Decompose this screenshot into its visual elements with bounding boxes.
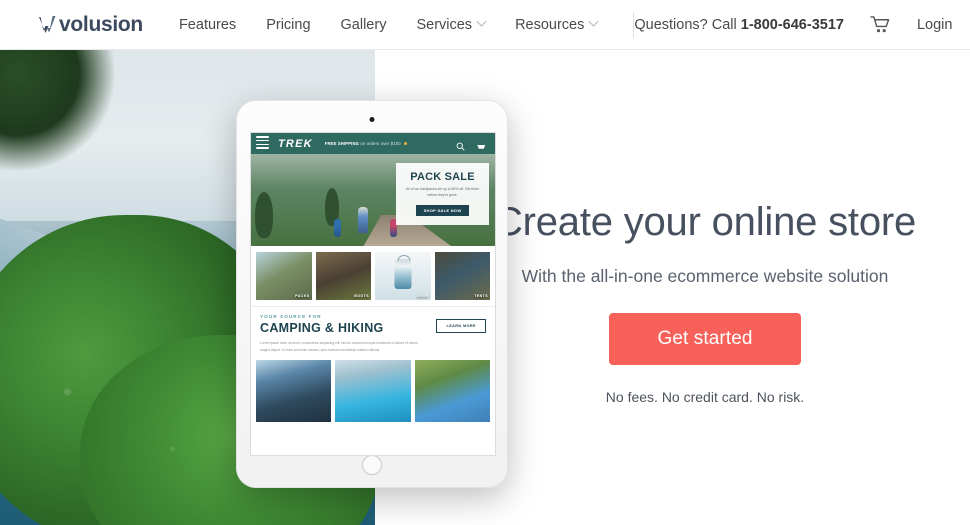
- category-label: BOOTS: [354, 294, 369, 298]
- store-photo-row: [251, 359, 495, 428]
- store-hero-tree: [255, 192, 273, 238]
- site-header: volusion Features Pricing Gallery Servic…: [0, 0, 970, 50]
- page-title: Create your online store: [493, 200, 917, 244]
- shopping-cart-icon[interactable]: [870, 15, 891, 34]
- tablet-mockup: TREK FREE SHIPPING on orders over $100 P…: [236, 100, 508, 488]
- category-tile-boots[interactable]: BOOTS: [315, 252, 371, 300]
- login-link[interactable]: Login: [917, 17, 952, 33]
- nav-label: Resources: [515, 16, 585, 33]
- nav-item-gallery[interactable]: Gallery: [341, 17, 387, 33]
- category-tile-gear[interactable]: GEAR: [375, 252, 431, 300]
- store-photo-hiker-woman[interactable]: [335, 359, 411, 422]
- shipping-dot-icon: [403, 142, 407, 146]
- hamburger-menu-icon[interactable]: [256, 135, 269, 151]
- nav-label: Pricing: [266, 16, 311, 33]
- store-header: TREK FREE SHIPPING on orders over $100: [251, 133, 495, 154]
- band-body-text: Lorem ipsum dolor sit amet, consectetur …: [260, 341, 418, 352]
- category-tile-tents[interactable]: TENTS: [434, 252, 490, 300]
- get-started-button[interactable]: Get started: [609, 313, 801, 365]
- store-category-row: PACKS BOOTS GEAR TENTS: [251, 246, 495, 306]
- main-navigation: Features Pricing Gallery Services Resour…: [179, 11, 635, 38]
- chevron-down-icon: [588, 16, 599, 27]
- hero-fine-print: No fees. No credit card. No risk.: [605, 389, 805, 405]
- store-promo-card: PACK SALE All of our backpacks are up to…: [396, 163, 489, 225]
- store-feature-band: YOUR SOURCE FOR CAMPING & HIKING Lorem i…: [251, 306, 495, 360]
- questions-label: Questions? Call: [634, 16, 741, 33]
- volusion-logo[interactable]: volusion: [38, 14, 143, 36]
- hero-subheadline: With the all-in-one ecommerce website so…: [521, 266, 889, 286]
- hero-copy-block: Create your online store With the all-in…: [440, 50, 970, 525]
- support-phone[interactable]: Questions? Call 1-800-646-3517: [634, 17, 844, 33]
- category-tile-packs[interactable]: PACKS: [256, 252, 312, 300]
- promo-subtitle: All of our backpacks are up to 60% off. …: [406, 187, 479, 197]
- nav-item-pricing[interactable]: Pricing: [266, 17, 310, 33]
- category-label: GEAR: [416, 294, 429, 298]
- shipping-bold: FREE SHIPPING: [324, 141, 360, 146]
- nav-label: Gallery: [340, 16, 387, 33]
- phone-number: 1-800-646-3517: [740, 16, 844, 33]
- nav-item-services[interactable]: Services: [416, 16, 487, 33]
- store-hero-banner: PACK SALE All of our backpacks are up to…: [251, 154, 495, 246]
- store-photo-hiker-man[interactable]: [256, 359, 332, 422]
- tablet-screen: TREK FREE SHIPPING on orders over $100 P…: [251, 133, 495, 455]
- volusion-logo-text: volusion: [59, 13, 143, 36]
- learn-more-button[interactable]: LEARN MORE: [436, 319, 486, 333]
- promo-button[interactable]: SHOP SALE NOW: [415, 204, 470, 216]
- store-shipping-banner: FREE SHIPPING on orders over $100: [325, 141, 407, 146]
- store-hero-person-adult: [358, 207, 369, 234]
- volusion-logo-mark: [38, 14, 58, 36]
- promo-title: PACK SALE: [410, 171, 475, 183]
- store-photo-backpackers[interactable]: [414, 359, 490, 422]
- tablet-camera: [369, 117, 375, 122]
- header-utility-area: Questions? Call 1-800-646-3517 Login: [634, 15, 952, 34]
- nav-item-resources[interactable]: Resources: [515, 16, 599, 33]
- category-label: TENTS: [474, 294, 488, 298]
- shipping-rest: on orders over $100: [359, 141, 401, 146]
- nav-label: Features: [178, 16, 237, 33]
- chevron-down-icon: [476, 16, 487, 27]
- lantern-icon: [394, 255, 412, 289]
- nav-label: Services: [416, 16, 473, 33]
- nav-item-features[interactable]: Features: [179, 17, 236, 33]
- category-label: PACKS: [295, 294, 310, 298]
- store-logo: TREK: [278, 137, 313, 150]
- store-hero-person-child-left: [333, 218, 341, 237]
- tablet-home-button[interactable]: [362, 455, 382, 475]
